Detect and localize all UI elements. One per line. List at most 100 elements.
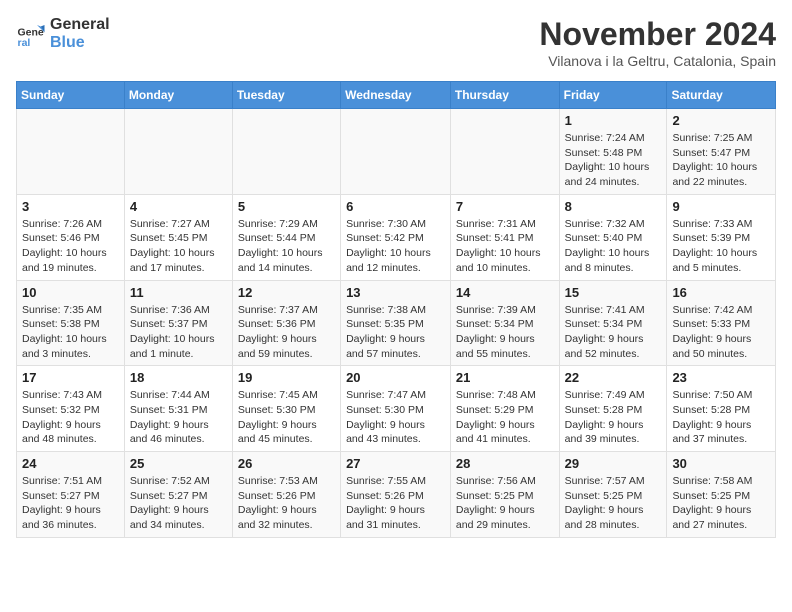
logo-line2: Blue <box>50 34 110 52</box>
day-number: 24 <box>22 456 119 471</box>
day-info: Sunrise: 7:55 AM Sunset: 5:26 PM Dayligh… <box>346 474 445 533</box>
col-friday: Friday <box>559 82 667 109</box>
day-info: Sunrise: 7:38 AM Sunset: 5:35 PM Dayligh… <box>346 303 445 362</box>
location-subtitle: Vilanova i la Geltru, Catalonia, Spain <box>539 53 776 69</box>
calendar-week-3: 10 Sunrise: 7:35 AM Sunset: 5:38 PM Dayli… <box>17 280 776 366</box>
day-number: 27 <box>346 456 445 471</box>
day-info: Sunrise: 7:24 AM Sunset: 5:48 PM Dayligh… <box>565 131 662 190</box>
day-info: Sunrise: 7:47 AM Sunset: 5:30 PM Dayligh… <box>346 388 445 447</box>
day-number: 26 <box>238 456 335 471</box>
day-info: Sunrise: 7:45 AM Sunset: 5:30 PM Dayligh… <box>238 388 335 447</box>
calendar-cell: 8 Sunrise: 7:32 AM Sunset: 5:40 PM Daylig… <box>559 194 667 280</box>
day-info: Sunrise: 7:57 AM Sunset: 5:25 PM Dayligh… <box>565 474 662 533</box>
calendar-cell: 24 Sunrise: 7:51 AM Sunset: 5:27 PM Dayli… <box>17 452 125 538</box>
day-info: Sunrise: 7:43 AM Sunset: 5:32 PM Dayligh… <box>22 388 119 447</box>
calendar-cell: 25 Sunrise: 7:52 AM Sunset: 5:27 PM Dayli… <box>124 452 232 538</box>
calendar-week-5: 24 Sunrise: 7:51 AM Sunset: 5:27 PM Dayli… <box>17 452 776 538</box>
col-wednesday: Wednesday <box>341 82 451 109</box>
title-section: November 2024 Vilanova i la Geltru, Cata… <box>539 16 776 69</box>
day-info: Sunrise: 7:32 AM Sunset: 5:40 PM Dayligh… <box>565 217 662 276</box>
calendar-cell: 29 Sunrise: 7:57 AM Sunset: 5:25 PM Dayli… <box>559 452 667 538</box>
day-info: Sunrise: 7:29 AM Sunset: 5:44 PM Dayligh… <box>238 217 335 276</box>
calendar-week-4: 17 Sunrise: 7:43 AM Sunset: 5:32 PM Dayli… <box>17 366 776 452</box>
day-number: 29 <box>565 456 662 471</box>
day-number: 13 <box>346 285 445 300</box>
day-number: 7 <box>456 199 554 214</box>
calendar-cell: 18Sunrise: 7:44 AM Sunset: 5:31 PM Dayli… <box>124 366 232 452</box>
day-number: 19 <box>238 370 335 385</box>
col-tuesday: Tuesday <box>232 82 340 109</box>
calendar-cell: 5 Sunrise: 7:29 AM Sunset: 5:44 PM Daylig… <box>232 194 340 280</box>
calendar-cell <box>450 109 559 195</box>
calendar-week-1: 1 Sunrise: 7:24 AM Sunset: 5:48 PM Daylig… <box>17 109 776 195</box>
day-info: Sunrise: 7:41 AM Sunset: 5:34 PM Dayligh… <box>565 303 662 362</box>
calendar-header: Sunday Monday Tuesday Wednesday Thursday… <box>17 82 776 109</box>
page-header: Gene ral General Blue November 2024 Vila… <box>16 16 776 69</box>
day-number: 11 <box>130 285 227 300</box>
calendar-cell: 17 Sunrise: 7:43 AM Sunset: 5:32 PM Dayli… <box>17 366 125 452</box>
calendar-cell: 6Sunrise: 7:30 AM Sunset: 5:42 PM Daylig… <box>341 194 451 280</box>
calendar-cell: 2 Sunrise: 7:25 AM Sunset: 5:47 PM Daylig… <box>667 109 776 195</box>
calendar-cell <box>17 109 125 195</box>
calendar-cell: 1 Sunrise: 7:24 AM Sunset: 5:48 PM Daylig… <box>559 109 667 195</box>
calendar-cell: 4 Sunrise: 7:27 AM Sunset: 5:45 PM Daylig… <box>124 194 232 280</box>
day-number: 25 <box>130 456 227 471</box>
day-info: Sunrise: 7:52 AM Sunset: 5:27 PM Dayligh… <box>130 474 227 533</box>
calendar-cell: 26 Sunrise: 7:53 AM Sunset: 5:26 PM Dayli… <box>232 452 340 538</box>
day-number: 5 <box>238 199 335 214</box>
day-number: 9 <box>672 199 770 214</box>
day-info: Sunrise: 7:37 AM Sunset: 5:36 PM Dayligh… <box>238 303 335 362</box>
calendar-cell: 11 Sunrise: 7:36 AM Sunset: 5:37 PM Dayli… <box>124 280 232 366</box>
calendar-cell: 27 Sunrise: 7:55 AM Sunset: 5:26 PM Dayli… <box>341 452 451 538</box>
day-info: Sunrise: 7:35 AM Sunset: 5:38 PM Dayligh… <box>22 303 119 362</box>
day-info: Sunrise: 7:36 AM Sunset: 5:37 PM Dayligh… <box>130 303 227 362</box>
calendar-cell: 20Sunrise: 7:47 AM Sunset: 5:30 PM Dayli… <box>341 366 451 452</box>
col-sunday: Sunday <box>17 82 125 109</box>
day-info: Sunrise: 7:58 AM Sunset: 5:25 PM Dayligh… <box>672 474 770 533</box>
day-number: 10 <box>22 285 119 300</box>
calendar-cell: 16 Sunrise: 7:42 AM Sunset: 5:33 PM Dayli… <box>667 280 776 366</box>
day-number: 16 <box>672 285 770 300</box>
col-monday: Monday <box>124 82 232 109</box>
day-number: 28 <box>456 456 554 471</box>
col-saturday: Saturday <box>667 82 776 109</box>
svg-text:ral: ral <box>18 37 31 49</box>
day-number: 30 <box>672 456 770 471</box>
calendar-cell <box>124 109 232 195</box>
col-thursday: Thursday <box>450 82 559 109</box>
day-number: 15 <box>565 285 662 300</box>
calendar-cell: 13 Sunrise: 7:38 AM Sunset: 5:35 PM Dayli… <box>341 280 451 366</box>
day-info: Sunrise: 7:53 AM Sunset: 5:26 PM Dayligh… <box>238 474 335 533</box>
day-info: Sunrise: 7:51 AM Sunset: 5:27 PM Dayligh… <box>22 474 119 533</box>
day-info: Sunrise: 7:48 AM Sunset: 5:29 PM Dayligh… <box>456 388 554 447</box>
logo: Gene ral General Blue <box>16 16 110 51</box>
day-info: Sunrise: 7:25 AM Sunset: 5:47 PM Dayligh… <box>672 131 770 190</box>
calendar-cell <box>341 109 451 195</box>
day-info: Sunrise: 7:31 AM Sunset: 5:41 PM Dayligh… <box>456 217 554 276</box>
day-info: Sunrise: 7:26 AM Sunset: 5:46 PM Dayligh… <box>22 217 119 276</box>
day-info: Sunrise: 7:30 AM Sunset: 5:42 PM Dayligh… <box>346 217 445 276</box>
day-info: Sunrise: 7:56 AM Sunset: 5:25 PM Dayligh… <box>456 474 554 533</box>
calendar-week-2: 3Sunrise: 7:26 AM Sunset: 5:46 PM Daylig… <box>17 194 776 280</box>
calendar-cell: 30 Sunrise: 7:58 AM Sunset: 5:25 PM Dayli… <box>667 452 776 538</box>
day-number: 21 <box>456 370 554 385</box>
day-number: 2 <box>672 113 770 128</box>
calendar-cell: 21 Sunrise: 7:48 AM Sunset: 5:29 PM Dayli… <box>450 366 559 452</box>
header-row: Sunday Monday Tuesday Wednesday Thursday… <box>17 82 776 109</box>
logo-icon: Gene ral <box>16 19 46 49</box>
calendar-cell: 14Sunrise: 7:39 AM Sunset: 5:34 PM Dayli… <box>450 280 559 366</box>
day-number: 17 <box>22 370 119 385</box>
calendar-cell: 23 Sunrise: 7:50 AM Sunset: 5:28 PM Dayli… <box>667 366 776 452</box>
day-info: Sunrise: 7:27 AM Sunset: 5:45 PM Dayligh… <box>130 217 227 276</box>
day-number: 23 <box>672 370 770 385</box>
day-info: Sunrise: 7:50 AM Sunset: 5:28 PM Dayligh… <box>672 388 770 447</box>
calendar-cell: 3Sunrise: 7:26 AM Sunset: 5:46 PM Daylig… <box>17 194 125 280</box>
day-info: Sunrise: 7:42 AM Sunset: 5:33 PM Dayligh… <box>672 303 770 362</box>
calendar-cell <box>232 109 340 195</box>
day-info: Sunrise: 7:49 AM Sunset: 5:28 PM Dayligh… <box>565 388 662 447</box>
day-number: 14 <box>456 285 554 300</box>
day-number: 1 <box>565 113 662 128</box>
calendar-cell: 22Sunrise: 7:49 AM Sunset: 5:28 PM Dayli… <box>559 366 667 452</box>
day-number: 8 <box>565 199 662 214</box>
day-number: 4 <box>130 199 227 214</box>
